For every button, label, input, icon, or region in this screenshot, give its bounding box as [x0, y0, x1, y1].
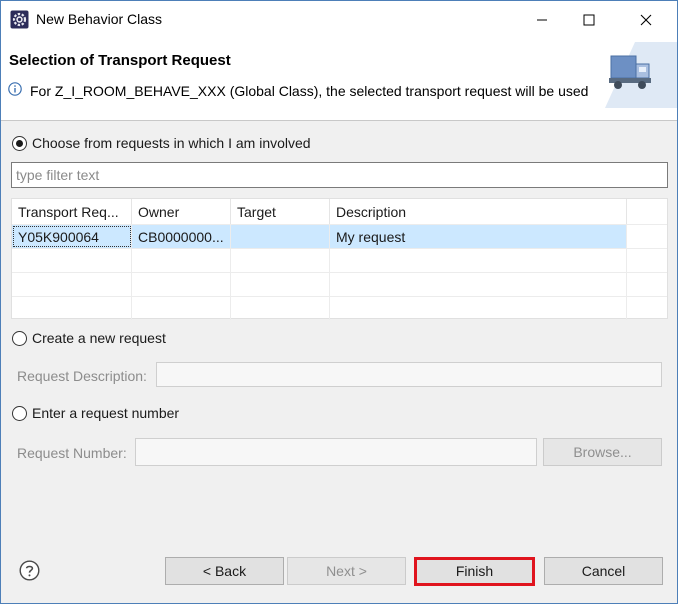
minimize-icon [537, 19, 547, 20]
cell-description: My request [330, 225, 627, 248]
request-description-field[interactable] [156, 362, 662, 387]
table-row-empty [12, 272, 667, 296]
column-header-owner[interactable]: Owner [132, 199, 231, 224]
empty-cell [132, 297, 231, 320]
header-message: For Z_I_ROOM_BEHAVE_XXX (Global Class), … [30, 83, 589, 99]
empty-cell [330, 297, 627, 320]
empty-cell [231, 273, 330, 296]
empty-cell [231, 297, 330, 320]
request-description-label: Request Description: [17, 368, 147, 384]
empty-cell [330, 249, 627, 272]
next-button[interactable]: Next > [287, 557, 406, 585]
filter-input[interactable] [11, 162, 668, 188]
title-bar: New Behavior Class [1, 1, 677, 38]
column-header-transport[interactable]: Transport Req... [12, 199, 132, 224]
radio-choose-involved-label: Choose from requests in which I am invol… [32, 135, 311, 151]
page-title: Selection of Transport Request [9, 52, 231, 69]
close-icon [640, 14, 652, 25]
truck-icon [605, 42, 677, 108]
maximize-button[interactable] [566, 1, 612, 38]
column-header-filler [627, 199, 667, 224]
cancel-button[interactable]: Cancel [544, 557, 663, 585]
table-row[interactable]: Y05K900064 CB0000000... My request [12, 224, 667, 248]
browse-button[interactable]: Browse... [543, 438, 662, 466]
empty-cell [12, 273, 132, 296]
cell-transport: Y05K900064 [12, 225, 132, 248]
maximize-icon [583, 14, 595, 25]
empty-cell [132, 249, 231, 272]
radio-indicator-checked [12, 135, 27, 151]
cell-target [231, 225, 330, 248]
transport-request-table: Transport Req... Owner Target Descriptio… [11, 198, 668, 320]
empty-cell [330, 273, 627, 296]
empty-cell [12, 297, 132, 320]
request-number-label: Request Number: [17, 445, 127, 461]
eclipse-gear-icon [10, 10, 29, 29]
table-row-empty [12, 248, 667, 272]
request-number-field[interactable] [135, 438, 537, 466]
radio-enter-request-number[interactable]: Enter a request number [12, 405, 179, 421]
radio-indicator [12, 405, 27, 421]
new-behavior-class-dialog: New Behavior Class Selection of Transpor… [0, 0, 678, 604]
radio-enter-request-number-label: Enter a request number [32, 405, 180, 421]
empty-cell [12, 249, 132, 272]
empty-cell [132, 273, 231, 296]
help-icon[interactable] [19, 560, 40, 581]
info-icon [8, 82, 22, 96]
radio-create-new-request[interactable]: Create a new request [12, 330, 166, 346]
radio-create-new-request-label: Create a new request [32, 330, 166, 346]
empty-cell [231, 249, 330, 272]
table-row-empty [12, 296, 667, 320]
window-title: New Behavior Class [36, 11, 163, 27]
radio-indicator [12, 330, 27, 346]
column-header-description[interactable]: Description [330, 199, 627, 224]
wizard-header: Selection of Transport Request For Z_I_R… [1, 38, 677, 121]
minimize-button[interactable] [519, 1, 565, 38]
table-header: Transport Req... Owner Target Descriptio… [12, 199, 667, 224]
cell-owner: CB0000000... [132, 225, 231, 248]
back-button[interactable]: < Back [165, 557, 284, 585]
close-button[interactable] [623, 1, 669, 38]
radio-choose-involved[interactable]: Choose from requests in which I am invol… [12, 135, 311, 151]
column-header-target[interactable]: Target [231, 199, 330, 224]
finish-button[interactable]: Finish [416, 558, 533, 584]
cell-filler [627, 225, 667, 248]
